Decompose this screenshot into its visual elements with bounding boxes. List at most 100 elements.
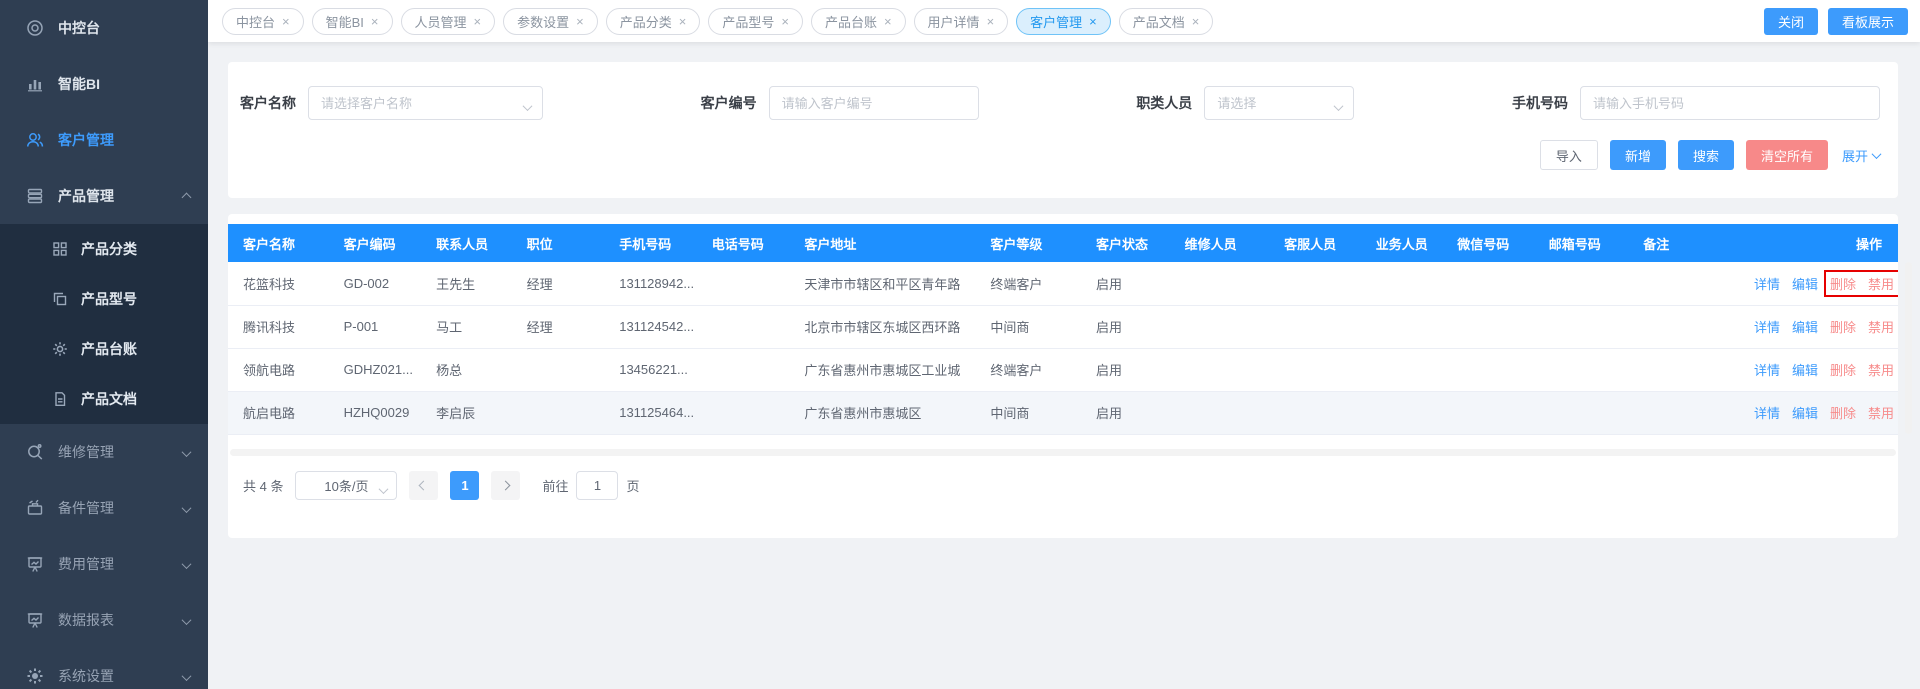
filter-fields-row: 客户名称 客户编号 职类人员 (240, 86, 1880, 120)
detail-link[interactable]: 详情 (1754, 317, 1780, 336)
gear-icon (52, 341, 68, 357)
detail-link[interactable]: 详情 (1754, 274, 1780, 293)
report-icon (26, 611, 44, 629)
sidebar-item-product-model[interactable]: 产品型号 (0, 274, 208, 324)
tab-product-docs[interactable]: 产品文档× (1119, 8, 1214, 35)
col-header: 客户编码 (329, 224, 422, 262)
sidebar-item-fees[interactable]: 费用管理 (0, 536, 208, 592)
total-count: 共 4 条 (243, 476, 283, 495)
close-icon[interactable]: × (474, 15, 482, 28)
customer-code-input[interactable] (770, 87, 978, 119)
tab-params[interactable]: 参数设置× (503, 8, 598, 35)
close-icon[interactable]: × (679, 15, 687, 28)
customer-code-input-wrap (769, 86, 979, 120)
clear-all-button[interactable]: 清空所有 (1746, 140, 1828, 170)
tab-bi[interactable]: 智能BI× (312, 8, 393, 35)
sidebar-item-product-category[interactable]: 产品分类 (0, 224, 208, 274)
tab-user-detail[interactable]: 用户详情× (914, 8, 1009, 35)
kanban-display-button[interactable]: 看板展示 (1828, 8, 1908, 35)
cell: 启用 (1081, 305, 1170, 348)
sidebar-item-repair[interactable]: 维修管理 (0, 424, 208, 480)
cell: 天津市市辖区和平区青年路 (789, 262, 975, 305)
expand-toggle[interactable]: 展开 (1842, 146, 1880, 165)
next-page-button[interactable] (491, 471, 520, 500)
add-button[interactable]: 新增 (1610, 140, 1666, 170)
disable-link[interactable]: 禁用 (1868, 274, 1894, 293)
disable-link[interactable]: 禁用 (1868, 360, 1894, 379)
close-icon[interactable]: × (371, 15, 379, 28)
cell: 北京市市辖区东城区西环路 (789, 305, 975, 348)
edit-link[interactable]: 编辑 (1792, 274, 1818, 293)
prev-page-button[interactable] (409, 471, 438, 500)
sidebar-item-reports[interactable]: 数据报表 (0, 592, 208, 648)
sidebar-item-products[interactable]: 产品管理 (0, 168, 208, 224)
customer-name-select-input[interactable] (309, 87, 542, 119)
close-icon[interactable]: × (282, 15, 290, 28)
close-icon[interactable]: × (1192, 15, 1200, 28)
sidebar-item-customers[interactable]: 客户管理 (0, 112, 208, 168)
sidebar-item-label: 产品台账 (81, 339, 137, 359)
col-header: 微信号码 (1442, 224, 1534, 262)
sidebar-item-console[interactable]: 中控台 (0, 0, 208, 56)
close-icon[interactable]: × (576, 15, 584, 28)
delete-link[interactable]: 删除 (1830, 403, 1856, 422)
cell: 马工 (421, 305, 512, 348)
delete-link[interactable]: 删除 (1830, 360, 1856, 379)
tab-product-category[interactable]: 产品分类× (606, 8, 701, 35)
page-size-select[interactable]: 10条/页 (295, 471, 397, 500)
tab-product-ledger[interactable]: 产品台账× (811, 8, 906, 35)
staff-type-select[interactable] (1204, 86, 1354, 120)
staff-type-select-input[interactable] (1205, 87, 1353, 119)
close-icon[interactable]: × (884, 15, 892, 28)
tab-personnel[interactable]: 人员管理× (401, 8, 496, 35)
close-button[interactable]: 关闭 (1764, 8, 1818, 35)
vertical-scrollbar[interactable] (1905, 262, 1912, 434)
import-button[interactable]: 导入 (1540, 140, 1598, 170)
sidebar-item-label: 系统设置 (58, 666, 114, 686)
pagination: 共 4 条 10条/页 1 前往 页 (243, 471, 1898, 500)
col-header: 电话号码 (697, 224, 790, 262)
delete-link[interactable]: 删除 (1830, 317, 1856, 336)
col-header: 手机号码 (604, 224, 697, 262)
detail-link[interactable]: 详情 (1754, 360, 1780, 379)
cell: 终端客户 (975, 348, 1081, 391)
category-icon (52, 241, 68, 257)
goto-page-input[interactable] (576, 471, 618, 500)
disable-link[interactable]: 禁用 (1868, 403, 1894, 422)
edit-link[interactable]: 编辑 (1792, 360, 1818, 379)
sidebar-item-settings[interactable]: 系统设置 (0, 648, 208, 689)
cell (512, 391, 605, 434)
tab-customer-mgmt[interactable]: 客户管理× (1016, 8, 1111, 35)
close-icon[interactable]: × (1089, 15, 1097, 28)
edit-link[interactable]: 编辑 (1792, 403, 1818, 422)
board-icon (26, 555, 44, 573)
phone-input[interactable] (1581, 87, 1879, 119)
detail-link[interactable]: 详情 (1754, 403, 1780, 422)
sidebar-item-bi[interactable]: 智能BI (0, 56, 208, 112)
sidebar-item-product-ledger[interactable]: 产品台账 (0, 324, 208, 374)
sidebar-item-product-docs[interactable]: 产品文档 (0, 374, 208, 424)
tab-console[interactable]: 中控台× (222, 8, 304, 35)
sidebar-item-spares[interactable]: 备件管理 (0, 480, 208, 536)
sidebar-item-label: 备件管理 (58, 498, 114, 518)
edit-link[interactable]: 编辑 (1792, 317, 1818, 336)
cell (1269, 391, 1361, 434)
disable-link[interactable]: 禁用 (1868, 317, 1894, 336)
cell: 终端客户 (975, 262, 1081, 305)
delete-link[interactable]: 删除 (1830, 274, 1856, 293)
chevron-down-icon (1335, 99, 1342, 114)
horizontal-scrollbar[interactable] (230, 449, 1896, 456)
cell: 航启电路 (228, 391, 329, 434)
open-tabs: 中控台× 智能BI× 人员管理× 参数设置× 产品分类× 产品型号× 产品台账×… (222, 8, 1752, 35)
current-page[interactable]: 1 (450, 471, 479, 500)
close-icon[interactable]: × (987, 15, 995, 28)
search-button[interactable]: 搜索 (1678, 140, 1734, 170)
cell: 131128942... (604, 262, 697, 305)
tab-product-model[interactable]: 产品型号× (708, 8, 803, 35)
cell: 广东省惠州市惠城区 (789, 391, 975, 434)
cell (697, 262, 790, 305)
customer-name-select[interactable] (308, 86, 543, 120)
close-icon[interactable]: × (781, 15, 789, 28)
col-header: 客服人员 (1269, 224, 1361, 262)
sidebar-submenu-products: 产品分类 产品型号 产品台账 产品文档 (0, 224, 208, 424)
